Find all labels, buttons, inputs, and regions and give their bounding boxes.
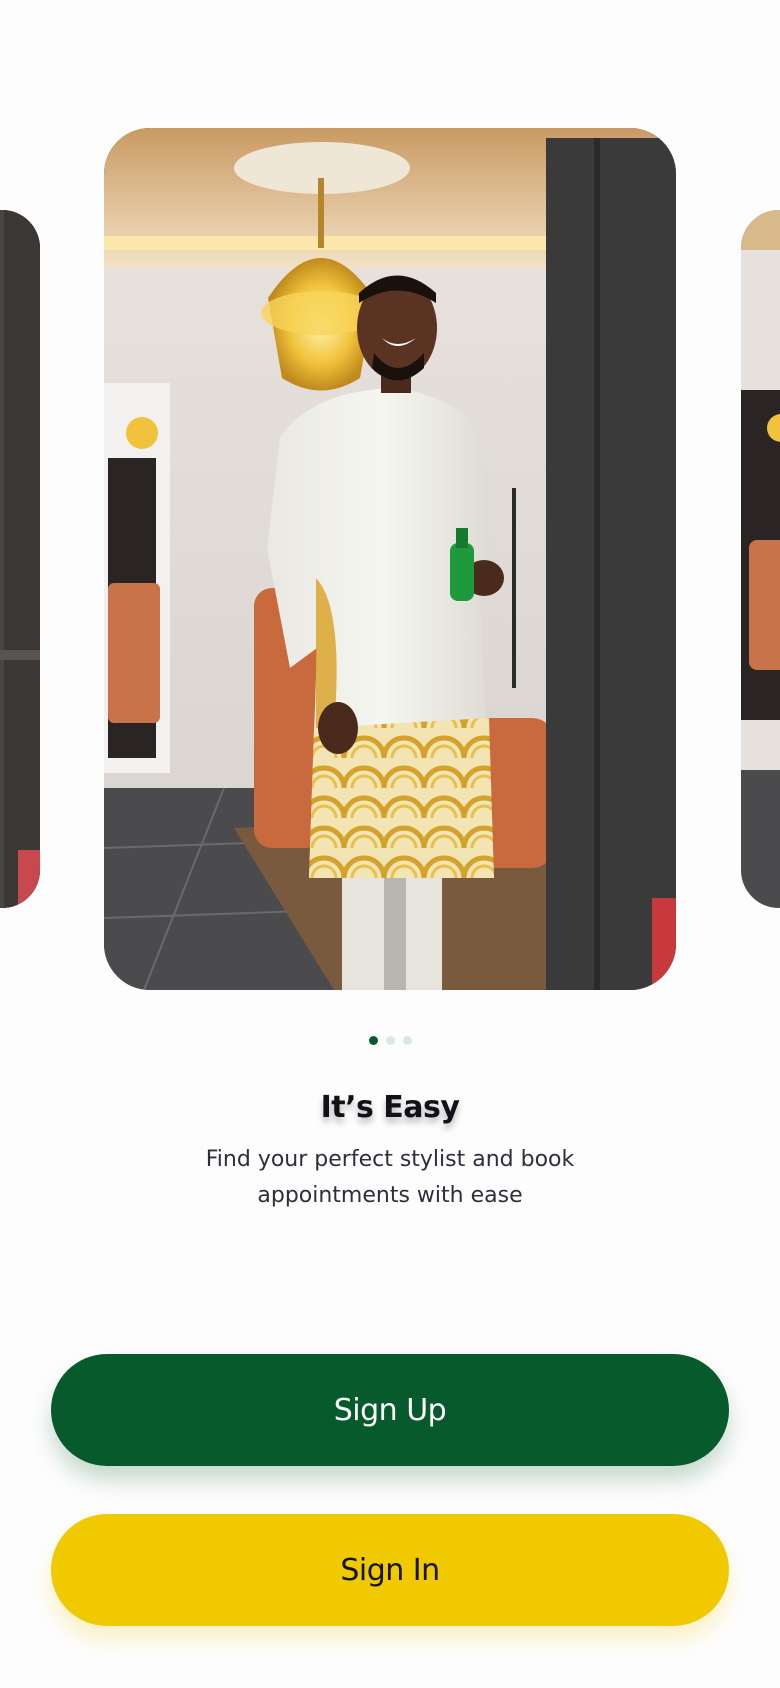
- pagination-dot-2[interactable]: [385, 1036, 395, 1045]
- sign-in-button[interactable]: Sign In: [51, 1514, 729, 1626]
- carousel-slide-previous[interactable]: [0, 210, 40, 908]
- onboarding-subtitle: Find your perfect stylist and book appoi…: [205, 1147, 575, 1208]
- pagination-dot-3[interactable]: [402, 1036, 412, 1045]
- slide-image-previous: [0, 210, 40, 908]
- slide-image-next: [741, 210, 780, 908]
- onboarding-title: It’s Easy: [320, 1090, 460, 1125]
- carousel-pagination: [0, 1036, 780, 1045]
- carousel-slide-next[interactable]: [741, 210, 780, 908]
- image-carousel[interactable]: [0, 0, 780, 1000]
- pagination-dot-1[interactable]: [368, 1036, 378, 1045]
- carousel-slide-active[interactable]: [104, 128, 676, 990]
- slide-image-stylist: [104, 128, 676, 990]
- sign-up-button[interactable]: Sign Up: [51, 1354, 729, 1466]
